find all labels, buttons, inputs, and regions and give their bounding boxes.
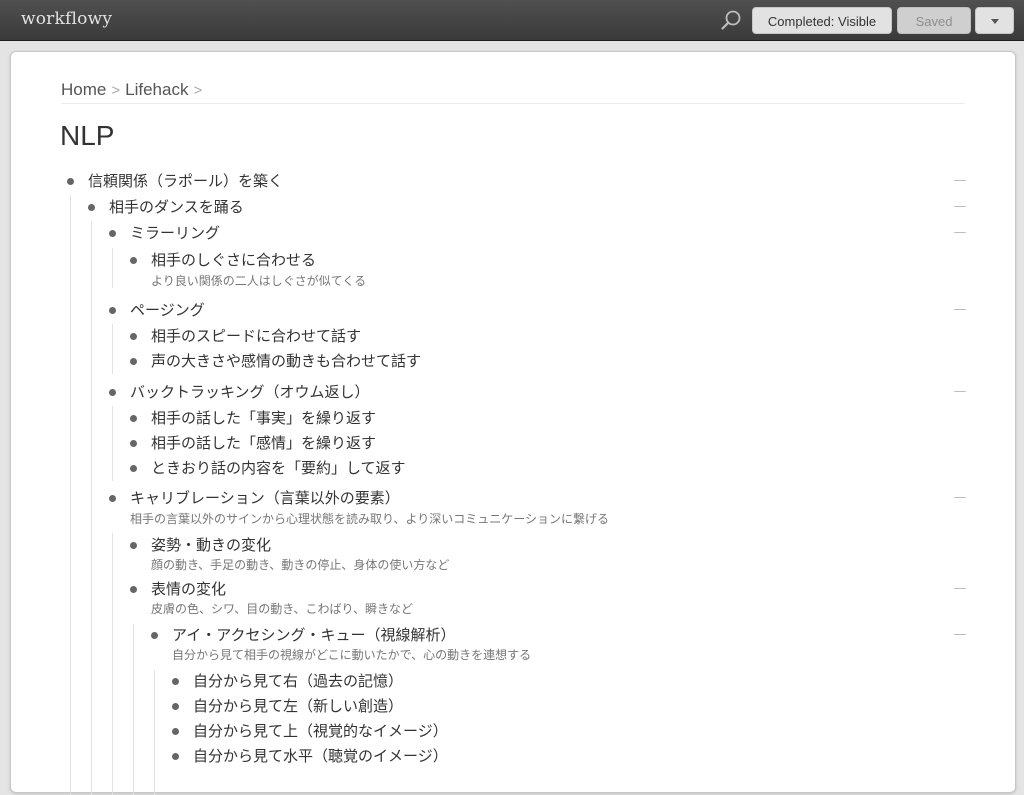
outline-item: 相手のスピードに合わせて話す [11, 324, 1015, 348]
item-text[interactable]: 自分から見て上（視覚的なイメージ） [193, 719, 448, 743]
item-text[interactable]: ミラーリング [130, 221, 220, 245]
bullet-icon[interactable] [130, 415, 137, 422]
bullet-icon[interactable] [109, 389, 116, 396]
saved-status-button[interactable]: Saved [897, 7, 971, 34]
item-text[interactable]: アイ・アクセシング・キュー（視線解析） [172, 623, 456, 647]
outline-item: ページング — [11, 298, 1015, 322]
item-text[interactable]: 相手のしぐさに合わせる [151, 248, 316, 272]
outline-item: ときおり話の内容を「要約」して返す [11, 456, 1015, 480]
bullet-icon[interactable] [130, 358, 137, 365]
bullet-icon[interactable] [172, 678, 179, 685]
outline-item: ミラーリング — [11, 221, 1015, 245]
outline-item: 姿勢・動きの変化 [11, 533, 1015, 557]
outline-item: 相手の話した「感情」を繰り返す [11, 431, 1015, 455]
item-text[interactable]: 相手の話した「事実」を繰り返す [151, 406, 376, 430]
item-text[interactable]: 相手の話した「感情」を繰り返す [151, 431, 376, 455]
collapse-icon[interactable]: — [953, 623, 967, 647]
bullet-icon[interactable] [172, 728, 179, 735]
top-toolbar: workflowy Completed: Visible Saved [0, 0, 1024, 41]
item-text[interactable]: ページング [130, 298, 205, 322]
item-text[interactable]: 自分から見て水平（聴覚のイメージ） [193, 744, 448, 768]
search-icon[interactable] [720, 9, 742, 31]
item-note[interactable]: 皮膚の色、シワ、目の動き、こわばり、瞬きなど [151, 601, 413, 617]
breadcrumb-separator: > [111, 82, 121, 99]
bullet-icon[interactable] [109, 307, 116, 314]
collapse-icon[interactable]: — [953, 169, 967, 193]
item-text[interactable]: 自分から見て右（過去の記憶） [193, 669, 403, 693]
outline-item: アイ・アクセシング・キュー（視線解析） — [11, 623, 1015, 647]
collapse-icon[interactable]: — [953, 380, 967, 404]
item-text[interactable]: 相手のスピードに合わせて話す [151, 324, 361, 348]
outline-item: 自分から見て左（新しい創造） [11, 694, 1015, 718]
item-note[interactable]: 顔の動き、手足の動き、動きの停止、身体の使い方など [151, 557, 449, 573]
bullet-icon[interactable] [130, 333, 137, 340]
breadcrumb-separator: > [193, 82, 203, 99]
bullet-icon[interactable] [109, 495, 116, 502]
document-page: Home > Lifehack > NLP 信頼関係（ラポール）を築く — 相手のダン… [10, 51, 1016, 795]
outline-item: バックトラッキング（オウム返し） — [11, 380, 1015, 404]
item-text[interactable]: 信頼関係（ラポール）を築く [88, 169, 283, 193]
outline-item: 自分から見て上（視覚的なイメージ） [11, 719, 1015, 743]
item-text[interactable]: 自分から見て左（新しい創造） [193, 694, 403, 718]
item-text[interactable]: バックトラッキング（オウム返し） [130, 380, 370, 404]
page-title[interactable]: NLP [60, 120, 114, 152]
bullet-icon[interactable] [130, 465, 137, 472]
bullet-icon[interactable] [67, 178, 74, 185]
outline-item: キャリブレーション（言葉以外の要素） — [11, 486, 1015, 510]
bullet-icon[interactable] [88, 204, 95, 211]
collapse-icon[interactable]: — [953, 486, 967, 510]
collapse-icon[interactable]: — [953, 195, 967, 219]
bullet-icon[interactable] [130, 542, 137, 549]
breadcrumb-home[interactable]: Home [61, 80, 106, 99]
settings-menu-button[interactable] [975, 7, 1014, 34]
outline-item: 声の大きさや感情の動きも合わせて話す [11, 349, 1015, 373]
outline-item: 相手のダンスを踊る — [11, 195, 1015, 219]
completed-visibility-button[interactable]: Completed: Visible [752, 7, 892, 34]
outline-item: 自分から見て右（過去の記憶） [11, 669, 1015, 693]
item-text[interactable]: 表情の変化 [151, 577, 226, 601]
outline-item: 相手のしぐさに合わせる [11, 248, 1015, 272]
bullet-icon[interactable] [151, 632, 158, 639]
outline-item: 表情の変化 — [11, 577, 1015, 601]
bullet-icon[interactable] [172, 703, 179, 710]
item-note[interactable]: 相手の言葉以外のサインから心理状態を読み取り、より深いコミュニケーションに繋げる [130, 511, 609, 527]
item-text[interactable]: 姿勢・動きの変化 [151, 533, 271, 557]
item-note[interactable]: より良い関係の二人はしぐさが似てくる [151, 273, 366, 289]
bullet-icon[interactable] [130, 440, 137, 447]
item-text[interactable]: キャリブレーション（言葉以外の要素） [130, 486, 400, 510]
item-text[interactable]: 相手のダンスを踊る [109, 195, 244, 219]
bullet-icon[interactable] [109, 230, 116, 237]
outline-item: 信頼関係（ラポール）を築く — [11, 169, 1015, 193]
outline-item: 相手の話した「事実」を繰り返す [11, 406, 1015, 430]
item-note[interactable]: 自分から見て相手の視線がどこに動いたかで、心の動きを連想する [172, 647, 531, 663]
workflowy-logo[interactable]: workflowy [21, 9, 112, 29]
breadcrumb: Home > Lifehack > [61, 80, 965, 104]
item-text[interactable]: 声の大きさや感情の動きも合わせて話す [151, 349, 421, 373]
collapse-icon[interactable]: — [953, 577, 967, 601]
outline-item: 自分から見て水平（聴覚のイメージ） [11, 744, 1015, 768]
caret-down-icon [991, 19, 999, 24]
breadcrumb-lifehack[interactable]: Lifehack [125, 80, 188, 99]
collapse-icon[interactable]: — [953, 221, 967, 245]
bullet-icon[interactable] [130, 586, 137, 593]
item-text[interactable]: ときおり話の内容を「要約」して返す [151, 456, 406, 480]
bullet-icon[interactable] [130, 257, 137, 264]
bullet-icon[interactable] [172, 753, 179, 760]
collapse-icon[interactable]: — [953, 298, 967, 322]
